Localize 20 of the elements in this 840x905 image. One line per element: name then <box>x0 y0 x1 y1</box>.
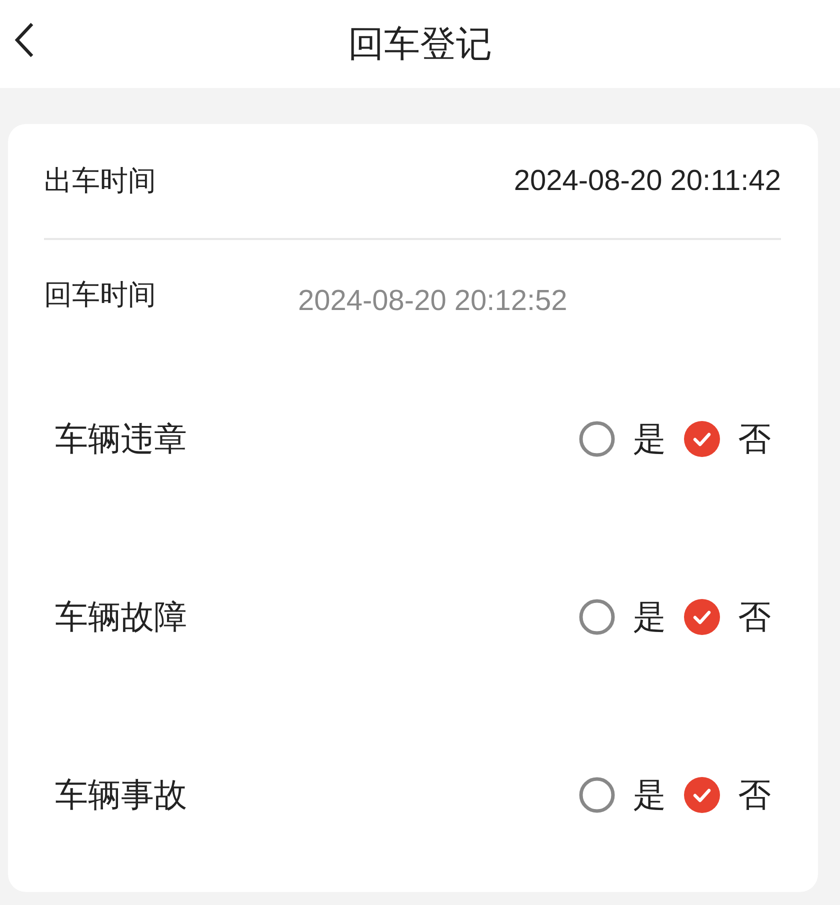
radio-unchecked-icon[interactable] <box>579 777 615 813</box>
time-label: 回车时间 <box>44 277 156 313</box>
option-label[interactable]: 否 <box>738 416 771 462</box>
question-label: 车辆故障 <box>55 596 187 638</box>
option-label[interactable]: 否 <box>738 772 771 818</box>
page-title: 回车登记 <box>348 22 492 66</box>
option-label[interactable]: 是 <box>633 594 666 640</box>
radio-unchecked-icon[interactable] <box>579 421 615 457</box>
radio-unchecked-icon[interactable] <box>579 599 615 635</box>
option-label[interactable]: 是 <box>633 772 666 818</box>
time-label: 出车时间 <box>44 163 156 199</box>
time-value: 2024-08-20 20:11:42 <box>514 164 781 198</box>
question-label: 车辆事故 <box>55 774 187 816</box>
radio-checked-icon[interactable] <box>684 421 720 457</box>
radio-checked-icon[interactable] <box>684 599 720 635</box>
question-label: 车辆违章 <box>55 418 187 460</box>
radio-checked-icon[interactable] <box>684 777 720 813</box>
option-label[interactable]: 否 <box>738 594 771 640</box>
option-label[interactable]: 是 <box>633 416 666 462</box>
back-icon <box>13 22 35 58</box>
